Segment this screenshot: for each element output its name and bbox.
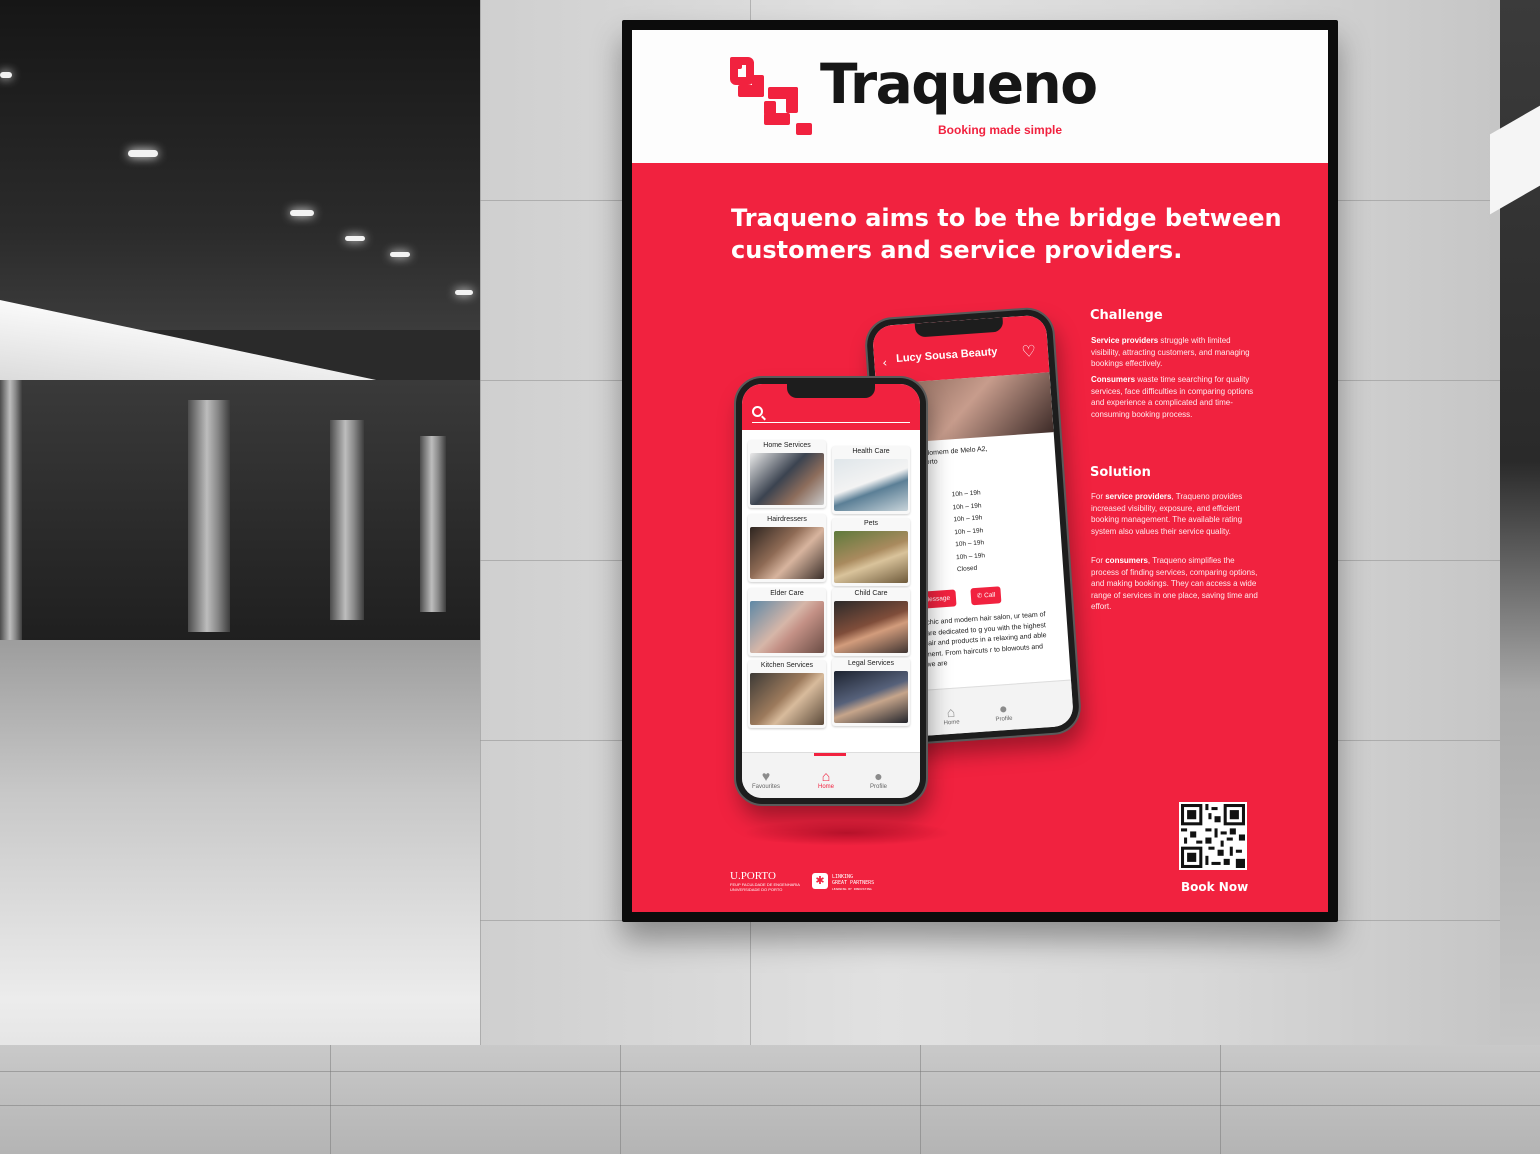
phone-screen: Home Services Health Care Hairdressers P… [742, 384, 920, 798]
person-icon: ● [998, 700, 1009, 717]
category-label: Child Care [854, 590, 888, 597]
category-image [834, 531, 908, 583]
category-label: Home Services [763, 442, 811, 449]
heart-icon[interactable]: ♡ [1021, 341, 1037, 361]
ceiling-light [128, 150, 158, 157]
category-card[interactable]: Legal Services [832, 658, 910, 726]
category-card[interactable]: Home Services [748, 440, 826, 508]
category-image [750, 601, 824, 653]
uporto-name: U.PORTO [730, 870, 776, 882]
category-card[interactable]: Elder Care [748, 588, 826, 656]
search-input[interactable] [752, 422, 910, 423]
phone-shadow [742, 820, 952, 846]
pillar [330, 420, 364, 620]
challenge-title: Challenge [1090, 308, 1163, 323]
category-label: Kitchen Services [760, 662, 814, 669]
qr-code-icon[interactable] [1179, 802, 1247, 870]
call-button[interactable]: ✆ Call [970, 586, 1002, 606]
pillar [0, 380, 22, 650]
provider-title: Lucy Sousa Beauty [895, 345, 998, 365]
category-label: Elder Care [770, 590, 804, 597]
headline: Traqueno aims to be the bridge between c… [731, 204, 1282, 264]
category-image [750, 527, 824, 579]
category-card[interactable]: Child Care [832, 588, 910, 656]
challenge-text-providers: Service providers struggle with limited … [1091, 336, 1250, 368]
ceiling-light [345, 236, 365, 241]
category-label: Legal Services [848, 660, 894, 667]
solution-title: Solution [1090, 465, 1151, 480]
ceiling-light [0, 72, 12, 78]
category-image [834, 459, 908, 511]
lgp-text: LINKING GREAT PARTNERS LEARNING BY INNOV… [832, 874, 875, 891]
traqueno-logo-icon [730, 57, 812, 135]
tab-bar: ♥ Favourites ⌂ Home ● Profile [742, 752, 920, 798]
back-arrow-icon[interactable]: ‹ [882, 356, 888, 370]
category-image [834, 671, 908, 723]
ceiling-light [290, 210, 314, 216]
poster: Traqueno Booking made simple Traqueno ai… [632, 30, 1328, 912]
active-tab-indicator [814, 753, 846, 756]
platform-wall [0, 380, 480, 680]
category-label: Health Care [852, 448, 890, 455]
pillar [420, 436, 446, 612]
phone-categories: Home Services Health Care Hairdressers P… [736, 378, 926, 804]
ceiling [0, 0, 480, 330]
floor-tiles [0, 1045, 1540, 1154]
tab-favourites[interactable]: ♥ Favourites [752, 768, 780, 790]
brand-tagline: Booking made simple [938, 123, 1063, 137]
heart-icon: ♥ [761, 768, 771, 784]
uporto-subtitle: UNIVERSIDADE DO PORTO [730, 887, 783, 892]
person-icon: ● [874, 768, 883, 784]
tab-home[interactable]: ⌂ Home [942, 703, 959, 727]
category-card[interactable]: Health Care [832, 446, 910, 514]
home-icon: ⌂ [821, 768, 831, 784]
poster-header: Traqueno Booking made simple [632, 30, 1328, 163]
category-card[interactable]: Hairdressers [748, 514, 826, 582]
poster-frame: Traqueno Booking made simple Traqueno ai… [622, 20, 1338, 922]
ceiling-light [455, 290, 473, 295]
pillar [188, 400, 230, 632]
challenge-text-consumers: Consumers waste time searching for quali… [1091, 375, 1254, 419]
category-image [750, 673, 824, 725]
home-icon: ⌂ [946, 703, 956, 721]
tab-profile[interactable]: ● Profile [994, 700, 1012, 723]
ceiling-light [390, 252, 410, 257]
category-label: Pets [863, 520, 878, 527]
category-label: Hairdressers [767, 516, 807, 523]
category-card[interactable]: Kitchen Services [748, 660, 826, 728]
category-image [834, 601, 908, 653]
brand-name: Traqueno [820, 52, 1098, 116]
category-card[interactable]: Pets [832, 518, 910, 586]
uporto-logo: U.PORTO FEUP FACULDADE DE ENGENHARIA UNI… [730, 870, 808, 898]
tab-home[interactable]: ⌂ Home [818, 768, 834, 790]
book-now-button[interactable]: Book Now [1181, 880, 1248, 894]
phone-notch [787, 384, 875, 398]
asterisk-icon: ✱ [812, 873, 828, 889]
solution-text-providers: For service providers, Traqueno provides… [1091, 492, 1243, 536]
lgp-logo: ✱ LINKING GREAT PARTNERS LEARNING BY INN… [812, 871, 896, 897]
tab-profile[interactable]: ● Profile [870, 768, 887, 790]
solution-text-consumers: For consumers, Traqueno simplifies the p… [1091, 556, 1258, 611]
search-icon[interactable] [752, 406, 763, 417]
category-image [750, 453, 824, 505]
